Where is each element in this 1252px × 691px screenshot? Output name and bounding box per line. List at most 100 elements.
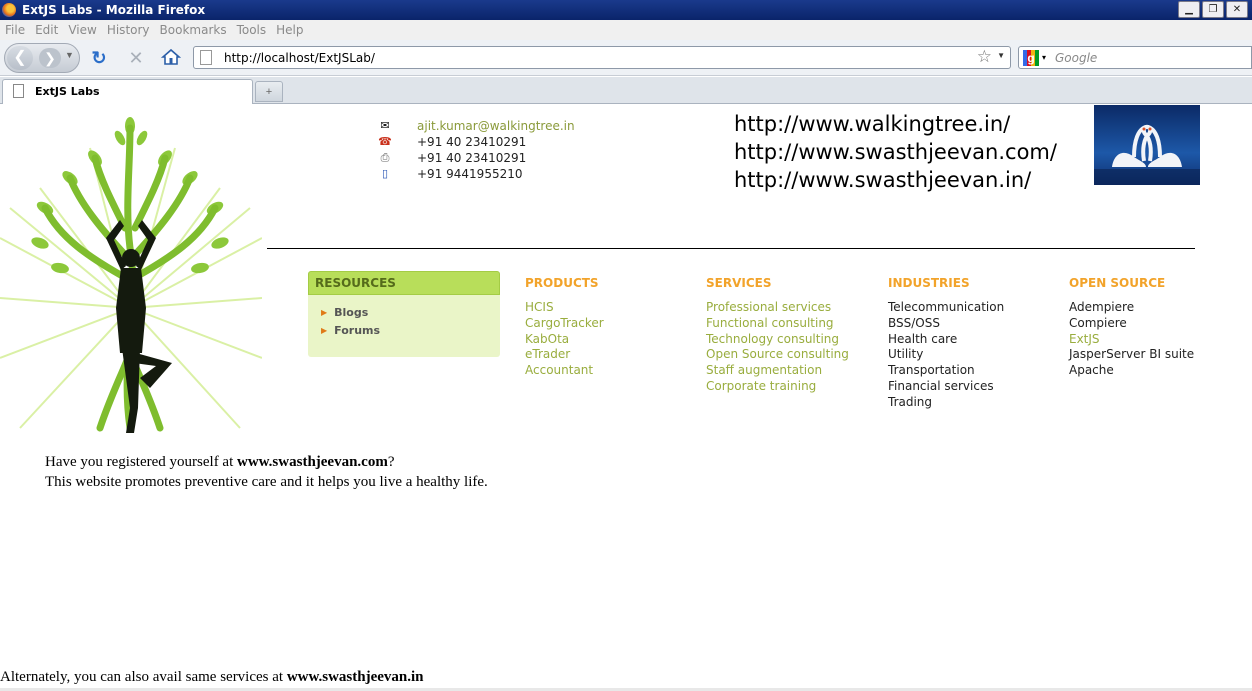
firefox-icon — [2, 3, 16, 17]
products-link-accountant[interactable]: Accountant — [525, 363, 604, 379]
products-link-etrader[interactable]: eTrader — [525, 347, 604, 363]
menu-edit[interactable]: Edit — [30, 23, 63, 37]
resources-item-label[interactable]: Blogs — [334, 306, 368, 319]
window-titlebar: ExtJS Labs - Mozilla Firefox ▁ ❐ ✕ — [0, 0, 1252, 20]
mobile-phone-icon: ▯ — [381, 168, 389, 180]
industries-column: INDUSTRIES Telecommunication BSS/OSS Hea… — [888, 276, 1004, 411]
contact-email-link[interactable]: ajit.kumar@walkingtree.in — [417, 119, 575, 133]
promo-line-2: This website promotes preventive care an… — [45, 474, 488, 490]
url-dropdown-icon[interactable]: ▼ — [997, 51, 1005, 60]
services-link-functional[interactable]: Functional consulting — [706, 316, 849, 332]
industries-heading: INDUSTRIES — [888, 276, 970, 290]
site-link-swasthjeevan-in[interactable]: http://www.swasthjeevan.in/ — [734, 166, 1057, 194]
services-heading: SERVICES — [706, 276, 772, 290]
page-icon — [200, 50, 212, 65]
footer-link[interactable]: www.swasthjeevan.in — [287, 669, 424, 685]
site-link-walkingtree[interactable]: http://www.walkingtree.in/ — [734, 110, 1057, 138]
contact-phone: +91 40 23410291 — [417, 135, 527, 149]
promo-text: Have you registered yourself at — [45, 454, 238, 470]
contact-mobile-row: ▯ +91 9441955210 — [376, 166, 575, 182]
products-link-cargotracker[interactable]: CargoTracker — [525, 316, 604, 332]
navigation-toolbar: ❮ ❯ ▼ ↻ ✕ http://localhost/ExtJSLab/ ☆ ▼… — [0, 40, 1252, 76]
footer-paragraph: Alternately, you can also avail same ser… — [0, 669, 424, 686]
site-links: http://www.walkingtree.in/ http://www.sw… — [734, 110, 1057, 194]
google-icon[interactable]: g — [1023, 50, 1039, 66]
restore-icon[interactable]: ❐ — [1202, 1, 1224, 18]
products-column: PRODUCTS HCIS CargoTracker KabOta eTrade… — [525, 276, 604, 379]
close-icon[interactable]: ✕ — [1226, 1, 1248, 18]
services-column: SERVICES Professional services Functiona… — [706, 276, 849, 395]
open-source-link-apache[interactable]: Apache — [1069, 363, 1194, 379]
tab-strip: ExtJS Labs + — [0, 77, 1252, 104]
industries-link-health[interactable]: Health care — [888, 332, 1004, 348]
products-link-kabota[interactable]: KabOta — [525, 332, 604, 348]
services-link-open-source[interactable]: Open Source consulting — [706, 347, 849, 363]
reload-icon[interactable]: ↻ — [88, 47, 110, 69]
services-link-professional[interactable]: Professional services — [706, 300, 849, 316]
promo-paragraph: Have you registered yourself at www.swas… — [45, 452, 488, 492]
fax-icon: ⎙ — [380, 152, 390, 164]
services-link-staff[interactable]: Staff augmentation — [706, 363, 849, 379]
yoga-tree-logo — [0, 108, 263, 444]
industries-link-utility[interactable]: Utility — [888, 347, 1004, 363]
url-text[interactable]: http://localhost/ExtJSLab/ — [224, 51, 375, 65]
menu-bar: File Edit View History Bookmarks Tools H… — [0, 20, 1252, 40]
page-icon — [13, 84, 24, 98]
contact-phone-row: ☎ +91 40 23410291 — [376, 134, 575, 150]
services-link-technology[interactable]: Technology consulting — [706, 332, 849, 348]
open-source-heading: OPEN SOURCE — [1069, 276, 1166, 290]
industries-link-transport[interactable]: Transportation — [888, 363, 1004, 379]
contact-fax: +91 40 23410291 — [417, 151, 527, 165]
open-source-link-extjs[interactable]: ExtJS — [1069, 332, 1194, 348]
site-link-swasthjeevan-com[interactable]: http://www.swasthjeevan.com/ — [734, 138, 1057, 166]
open-source-link-adempiere[interactable]: Adempiere — [1069, 300, 1194, 316]
horizontal-divider — [267, 248, 1195, 249]
promo-link[interactable]: www.swasthjeevan.com — [237, 454, 388, 470]
products-link-hcis[interactable]: HCIS — [525, 300, 604, 316]
swans-image — [1094, 105, 1200, 185]
new-tab-button[interactable]: + — [255, 81, 283, 102]
window-title: ExtJS Labs - Mozilla Firefox — [22, 3, 206, 17]
industries-link-bss-oss[interactable]: BSS/OSS — [888, 316, 1004, 332]
open-source-link-compiere[interactable]: Compiere — [1069, 316, 1194, 332]
promo-text: ? — [387, 454, 395, 470]
open-source-link-jasperserver[interactable]: JasperServer BI suite — [1069, 347, 1194, 363]
window-controls: ▁ ❐ ✕ — [1178, 1, 1248, 18]
stop-icon[interactable]: ✕ — [125, 47, 147, 69]
search-placeholder[interactable]: Google — [1055, 51, 1097, 65]
search-engine-dropdown-icon[interactable]: ▾ — [1042, 53, 1046, 62]
email-icon: ✉ — [380, 120, 390, 132]
home-icon[interactable] — [160, 47, 182, 69]
industries-link-telecom[interactable]: Telecommunication — [888, 300, 1004, 316]
tab-extjs-labs[interactable]: ExtJS Labs — [2, 79, 253, 104]
menu-help[interactable]: Help — [271, 23, 308, 37]
address-bar[interactable]: http://localhost/ExtJSLab/ ☆ ▼ — [193, 46, 1011, 69]
resources-panel: RESOURCES ▶ Blogs ▶ Forums — [308, 271, 500, 357]
industries-link-trading[interactable]: Trading — [888, 395, 1004, 411]
menu-bookmarks[interactable]: Bookmarks — [155, 23, 232, 37]
industries-link-financial[interactable]: Financial services — [888, 379, 1004, 395]
bookmark-star-icon[interactable]: ☆ — [977, 47, 992, 67]
back-arrow-icon[interactable]: ❮ — [7, 46, 33, 70]
history-dropdown-icon[interactable]: ▼ — [65, 50, 74, 60]
menu-tools[interactable]: Tools — [232, 23, 272, 37]
telephone-icon: ☎ — [378, 136, 392, 148]
menu-view[interactable]: View — [63, 23, 101, 37]
forward-arrow-icon[interactable]: ❯ — [39, 48, 61, 68]
contact-email-row: ✉ ajit.kumar@walkingtree.in — [376, 118, 575, 134]
products-heading: PRODUCTS — [525, 276, 599, 290]
resources-item-blogs[interactable]: ▶ Blogs — [308, 303, 500, 321]
tab-label: ExtJS Labs — [35, 85, 100, 98]
resources-item-forums[interactable]: ▶ Forums — [308, 321, 500, 339]
minimize-icon[interactable]: ▁ — [1178, 1, 1200, 18]
contact-fax-row: ⎙ +91 40 23410291 — [376, 150, 575, 166]
menu-history[interactable]: History — [102, 23, 155, 37]
resources-item-label[interactable]: Forums — [334, 324, 380, 337]
search-bar[interactable]: g ▾ Google — [1018, 46, 1252, 69]
menu-file[interactable]: File — [0, 23, 30, 37]
services-link-training[interactable]: Corporate training — [706, 379, 849, 395]
page-content: ✉ ajit.kumar@walkingtree.in ☎ +91 40 234… — [0, 104, 1252, 691]
contact-mobile: +91 9441955210 — [417, 167, 523, 181]
promo-line-1: Have you registered yourself at www.swas… — [45, 452, 488, 472]
back-forward-group: ❮ ❯ ▼ — [4, 43, 80, 73]
